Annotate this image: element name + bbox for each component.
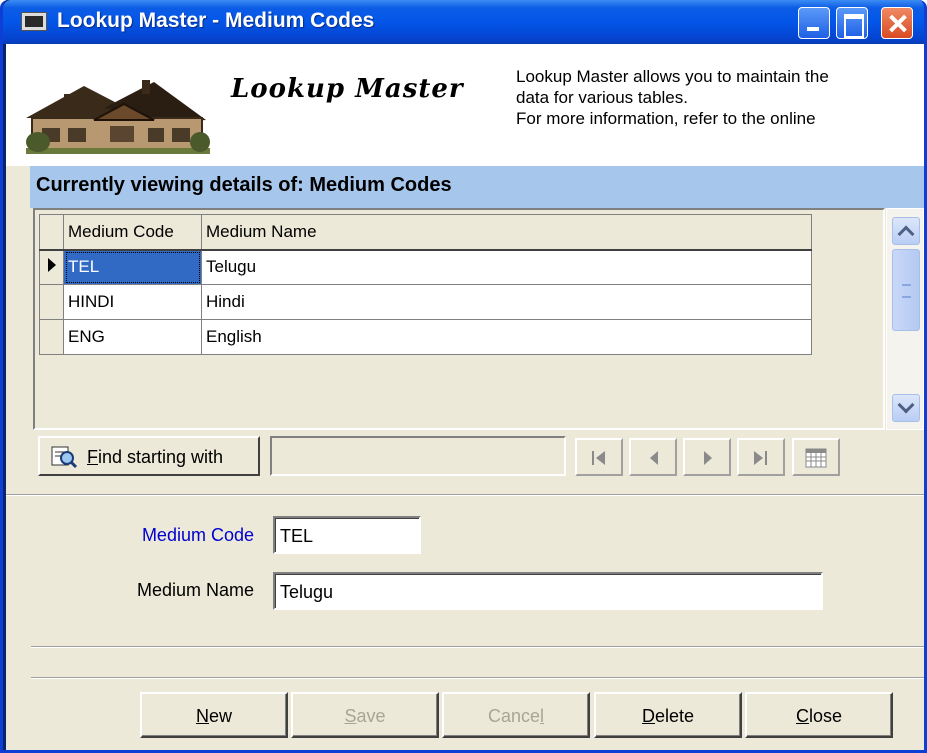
next-record-button[interactable]	[683, 438, 731, 476]
info-line: Lookup Master allows you to maintain the	[516, 67, 829, 86]
find-input[interactable]	[270, 436, 566, 476]
cell-medium-name[interactable]: Hindi	[201, 284, 812, 320]
accel-key: C	[795, 706, 809, 726]
separator	[31, 677, 924, 679]
grid-vertical-scrollbar[interactable]	[886, 208, 924, 430]
delete-button[interactable]: Delete	[594, 692, 742, 738]
close-window-button[interactable]	[881, 7, 913, 39]
house-logo-icon	[26, 80, 210, 154]
cell-medium-name[interactable]: English	[201, 319, 812, 355]
close-button[interactable]: Close	[745, 692, 893, 738]
previous-record-icon	[650, 451, 658, 465]
last-record-icon	[754, 451, 767, 465]
scroll-thumb[interactable]	[892, 249, 920, 331]
medium-name-label: Medium Name	[136, 580, 254, 600]
cell-medium-code[interactable]: ENG	[63, 319, 202, 355]
cell-medium-name[interactable]: Telugu	[201, 249, 812, 285]
grid-header-row: Medium Code Medium Name	[39, 214, 812, 251]
find-label-accel: F	[87, 447, 98, 467]
grid-view-button[interactable]	[792, 438, 840, 476]
column-header-medium-name[interactable]: Medium Name	[201, 214, 812, 251]
table-row[interactable]: ENG English	[39, 319, 812, 355]
cell-medium-code[interactable]: HINDI	[63, 284, 202, 320]
maximize-button[interactable]	[836, 7, 868, 39]
first-record-icon	[592, 451, 605, 465]
grid-table: Medium Code Medium Name TEL Telugu HINDI…	[39, 214, 812, 355]
data-grid[interactable]: Medium Code Medium Name TEL Telugu HINDI…	[33, 208, 885, 430]
info-line: For more information, refer to the onlin…	[516, 109, 816, 128]
table-row[interactable]: TEL Telugu	[39, 249, 812, 285]
header-info: Lookup Master allows you to maintain the…	[516, 66, 916, 129]
button-label: lose	[808, 706, 843, 726]
accel-key: N	[195, 706, 209, 726]
medium-code-label: Medium Code	[141, 525, 254, 545]
save-button[interactable]: Save	[291, 692, 439, 738]
find-search-icon	[51, 446, 78, 469]
accel-key: l	[540, 706, 545, 726]
window-title: Lookup Master - Medium Codes	[57, 9, 375, 32]
grid-table-icon	[805, 448, 827, 468]
next-record-icon	[704, 451, 712, 465]
client-area: Lookup Master Lookup Master allows you t…	[6, 44, 924, 750]
separator	[6, 494, 924, 496]
caption-bar: Currently viewing details of: Medium Cod…	[30, 166, 924, 208]
button-label: ew	[208, 706, 232, 726]
column-header-medium-code[interactable]: Medium Code	[63, 214, 202, 251]
header-panel: Lookup Master Lookup Master allows you t…	[6, 44, 924, 166]
row-selector[interactable]	[39, 249, 64, 285]
find-label: ind starting with	[98, 447, 224, 467]
minimize-button[interactable]	[798, 7, 830, 39]
table-row[interactable]: HINDI Hindi	[39, 284, 812, 320]
button-label: Cance	[487, 706, 541, 726]
cell-medium-code[interactable]: TEL	[63, 249, 202, 285]
find-starting-with-button[interactable]: Find starting with	[38, 436, 260, 476]
info-line: data for various tables.	[516, 88, 688, 107]
row-selector[interactable]	[39, 284, 64, 320]
row-selector-header[interactable]	[39, 214, 64, 251]
new-button[interactable]: New	[140, 692, 288, 738]
accel-key: S	[344, 706, 357, 726]
medium-name-field[interactable]: Telugu	[273, 572, 823, 610]
previous-record-button[interactable]	[629, 438, 677, 476]
scroll-up-button[interactable]	[892, 217, 920, 245]
navigation-bar: Find starting with	[33, 432, 921, 488]
last-record-button[interactable]	[737, 438, 785, 476]
app-icon[interactable]	[21, 12, 47, 31]
button-label: ave	[356, 706, 386, 726]
title-bar[interactable]: Lookup Master - Medium Codes	[3, 0, 924, 44]
accel-key: D	[641, 706, 655, 726]
separator	[31, 646, 924, 648]
row-selector[interactable]	[39, 319, 64, 355]
current-row-arrow-icon	[48, 258, 56, 273]
cancel-button[interactable]: Cancel	[442, 692, 590, 738]
app-window: Lookup Master - Medium Codes Lookup Mast…	[0, 0, 927, 753]
button-label: elete	[654, 706, 695, 726]
medium-code-field[interactable]: TEL	[273, 516, 421, 554]
scroll-down-button[interactable]	[892, 394, 920, 422]
header-title: Lookup Master	[231, 74, 464, 104]
first-record-button[interactable]	[575, 438, 623, 476]
